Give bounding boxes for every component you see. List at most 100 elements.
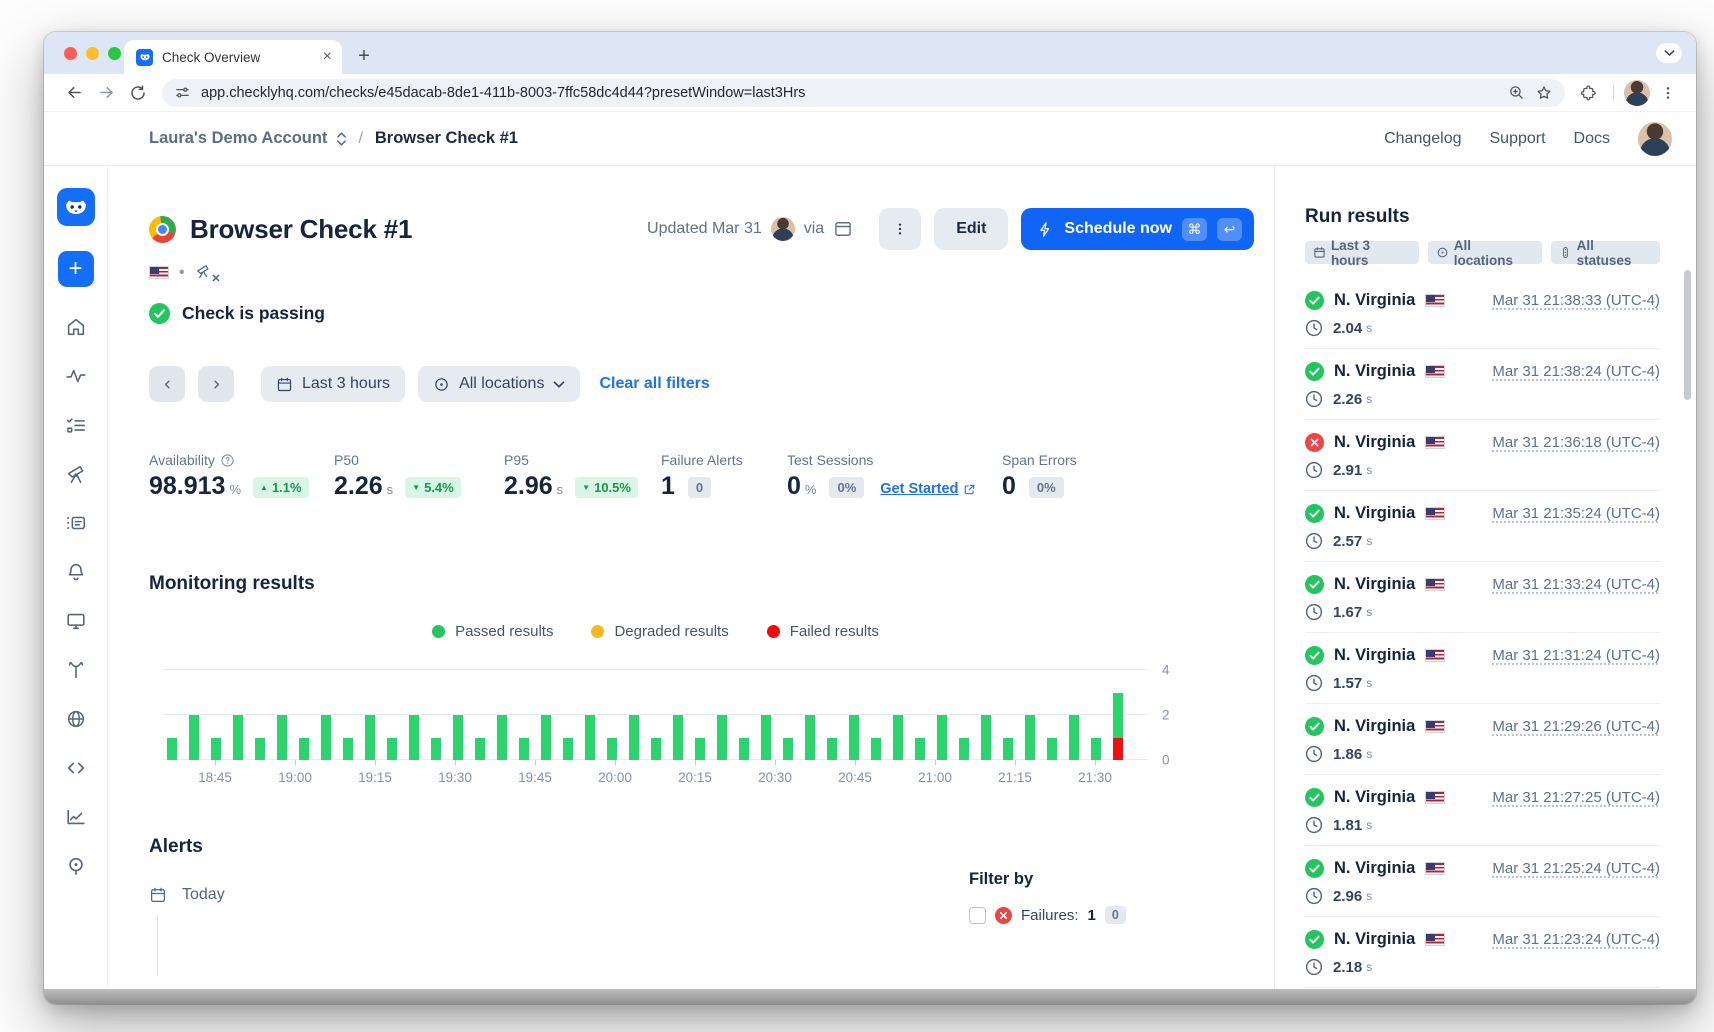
result-bar[interactable] — [541, 715, 551, 760]
run-timestamp-link[interactable]: Mar 31 21:36:18 (UTC-4) — [1492, 434, 1660, 451]
result-bar[interactable] — [189, 715, 199, 760]
result-bar[interactable] — [299, 738, 309, 761]
snippets-code-icon[interactable] — [65, 757, 87, 779]
result-bar[interactable] — [651, 738, 661, 761]
run-result-item[interactable]: N. VirginiaMar 31 21:27:25 (UTC-4)1.81s — [1305, 775, 1660, 846]
more-actions-button[interactable] — [879, 208, 921, 250]
run-timestamp-link[interactable]: Mar 31 21:38:33 (UTC-4) — [1492, 292, 1660, 309]
run-timestamp-link[interactable]: Mar 31 21:38:24 (UTC-4) — [1492, 363, 1660, 380]
updated-by-avatar[interactable] — [771, 217, 795, 241]
result-bar[interactable] — [849, 715, 859, 760]
result-bar[interactable] — [959, 738, 969, 761]
map-pin-icon[interactable] — [65, 855, 87, 877]
result-bar[interactable] — [1091, 738, 1101, 761]
run-result-item[interactable]: N. VirginiaMar 31 21:33:24 (UTC-4)1.67s — [1305, 562, 1660, 633]
result-bar[interactable] — [805, 715, 815, 760]
run-result-item[interactable]: N. VirginiaMar 31 21:36:18 (UTC-4)2.91s — [1305, 420, 1660, 491]
result-bar[interactable] — [277, 715, 287, 760]
reload-icon[interactable] — [124, 79, 152, 107]
extensions-icon[interactable] — [1575, 79, 1603, 107]
account-switcher[interactable]: Laura's Demo Account — [149, 129, 327, 148]
previous-period-button[interactable] — [149, 366, 185, 402]
account-switcher-chevrons-icon[interactable] — [335, 131, 348, 147]
nav-docs-link[interactable]: Docs — [1574, 130, 1610, 148]
zoom-page-icon[interactable] — [1508, 84, 1525, 101]
tab-search-chevron-icon[interactable] — [1656, 43, 1682, 63]
result-bar[interactable] — [915, 738, 925, 761]
run-timestamp-link[interactable]: Mar 31 21:25:24 (UTC-4) — [1492, 860, 1660, 877]
run-result-item[interactable]: N. VirginiaMar 31 21:29:26 (UTC-4)1.86s — [1305, 704, 1660, 775]
site-settings-icon[interactable] — [174, 84, 191, 101]
user-avatar[interactable] — [1638, 122, 1672, 156]
logs-icon[interactable] — [65, 512, 87, 534]
address-bar[interactable]: app.checklyhq.com/checks/e45dacab-8de1-4… — [162, 79, 1565, 107]
result-bar[interactable] — [871, 738, 881, 761]
result-bar[interactable] — [695, 738, 705, 761]
close-window-button[interactable] — [64, 47, 77, 60]
run-timestamp-link[interactable]: Mar 31 21:31:24 (UTC-4) — [1492, 647, 1660, 664]
result-bar[interactable] — [409, 715, 419, 760]
result-bar[interactable] — [981, 715, 991, 760]
result-bar[interactable] — [783, 738, 793, 761]
private-locations-globe-icon[interactable] — [65, 708, 87, 730]
run-timestamp-link[interactable]: Mar 31 21:35:24 (UTC-4) — [1492, 505, 1660, 522]
result-bar[interactable] — [585, 715, 595, 760]
panel-scrollbar[interactable] — [1684, 270, 1691, 400]
checkly-logo[interactable] — [57, 188, 95, 226]
analytics-chart-icon[interactable] — [65, 806, 87, 828]
telescope-icon[interactable] — [65, 463, 87, 485]
result-bar[interactable] — [937, 715, 947, 760]
result-bar[interactable] — [673, 715, 683, 760]
result-bar[interactable] — [365, 715, 375, 760]
result-bar[interactable] — [1113, 693, 1123, 761]
activity-icon[interactable] — [65, 365, 87, 387]
url-text[interactable]: app.checklyhq.com/checks/e45dacab-8de1-4… — [201, 85, 1498, 101]
result-bar[interactable] — [387, 738, 397, 761]
run-result-item[interactable]: N. VirginiaMar 31 21:35:24 (UTC-4)2.57s — [1305, 491, 1660, 562]
result-bar[interactable] — [1003, 738, 1013, 761]
minimize-window-button[interactable] — [86, 47, 99, 60]
nav-support-link[interactable]: Support — [1490, 130, 1546, 148]
result-bar[interactable] — [1025, 715, 1035, 760]
run-timestamp-link[interactable]: Mar 31 21:33:24 (UTC-4) — [1492, 576, 1660, 593]
new-tab-button[interactable]: + — [350, 42, 378, 70]
result-bar[interactable] — [629, 715, 639, 760]
result-bar[interactable] — [893, 715, 903, 760]
browser-menu-icon[interactable] — [1654, 79, 1682, 107]
result-bar[interactable] — [453, 715, 463, 760]
result-bar[interactable] — [343, 738, 353, 761]
monitoring-results-chart[interactable]: 02418:4519:0019:1519:3019:4520:0020:1520… — [163, 662, 1203, 790]
checks-list-icon[interactable] — [65, 414, 87, 436]
run-result-item[interactable]: N. VirginiaMar 31 21:31:24 (UTC-4)1.57s — [1305, 633, 1660, 704]
browser-tab[interactable]: Check Overview × — [124, 40, 342, 74]
failures-checkbox[interactable] — [969, 907, 986, 924]
bookmark-star-icon[interactable] — [1535, 84, 1553, 102]
run-result-item[interactable]: N. VirginiaMar 31 21:38:33 (UTC-4)2.04s — [1305, 278, 1660, 349]
result-bar[interactable] — [717, 715, 727, 760]
browser-profile-avatar[interactable] — [1624, 80, 1650, 106]
maximize-window-button[interactable] — [108, 47, 121, 60]
create-new-button[interactable]: + — [58, 251, 94, 287]
tab-close-icon[interactable]: × — [323, 49, 332, 65]
maintenance-tools-icon[interactable] — [65, 659, 87, 681]
schedule-now-button[interactable]: Schedule now ⌘ ↩ — [1021, 208, 1254, 250]
clear-all-filters-link[interactable]: Clear all filters — [599, 375, 709, 393]
result-bar[interactable] — [211, 738, 221, 761]
back-icon[interactable] — [60, 79, 88, 107]
locations-filter-button[interactable]: All locations — [418, 366, 580, 402]
time-range-filter-button[interactable]: Last 3 hours — [261, 366, 405, 402]
alerts-bell-icon[interactable] — [65, 561, 87, 583]
result-bar[interactable] — [563, 738, 573, 761]
result-bar[interactable] — [519, 738, 529, 761]
result-bar[interactable] — [475, 738, 485, 761]
result-bar[interactable] — [607, 738, 617, 761]
result-bar[interactable] — [321, 715, 331, 760]
result-bar[interactable] — [1047, 738, 1057, 761]
run-timestamp-link[interactable]: Mar 31 21:29:26 (UTC-4) — [1492, 718, 1660, 735]
result-bar[interactable] — [761, 715, 771, 760]
run-timestamp-link[interactable]: Mar 31 21:23:24 (UTC-4) — [1492, 931, 1660, 948]
dashboards-icon[interactable] — [65, 610, 87, 632]
run-result-item[interactable]: N. VirginiaMar 31 21:25:24 (UTC-4)2.96s — [1305, 846, 1660, 917]
run-result-item[interactable]: N. VirginiaMar 31 21:23:24 (UTC-4)2.18s — [1305, 917, 1660, 988]
nav-changelog-link[interactable]: Changelog — [1384, 130, 1461, 148]
